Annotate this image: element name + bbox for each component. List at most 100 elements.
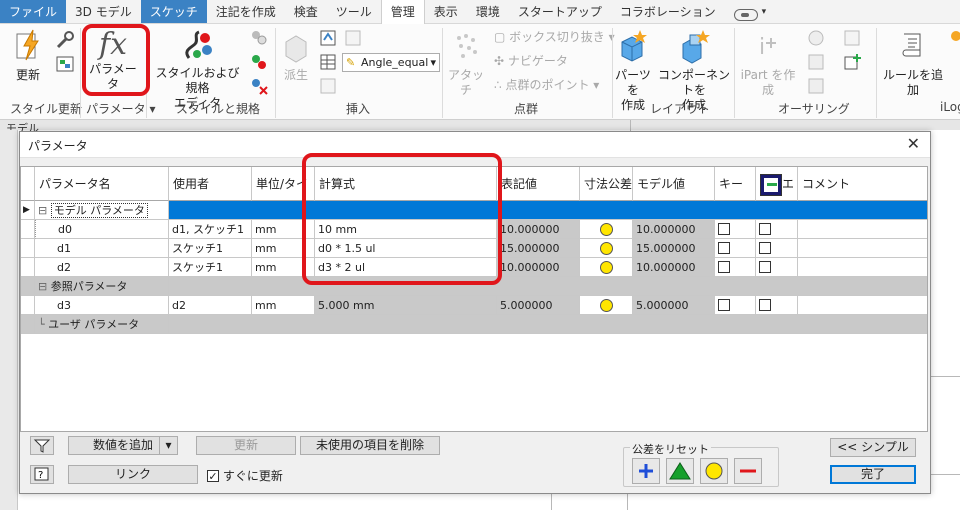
table-row-comment[interactable] [798, 296, 927, 315]
col-header-name[interactable]: パラメータ名 [35, 167, 169, 201]
tree-line-icon: └ [38, 318, 49, 331]
tab-inspect[interactable]: 検査 [285, 0, 327, 23]
col-header-tolerance[interactable]: 寸法公差 [580, 167, 633, 201]
insert-object-icon[interactable] [318, 28, 340, 48]
ilogic-icon[interactable] [948, 28, 960, 48]
table-row-equation[interactable]: d3 * 2 ul [315, 258, 497, 277]
style-purge-icon[interactable] [249, 76, 271, 96]
update-button[interactable]: 更新 [8, 28, 48, 83]
lower-tolerance-button[interactable] [666, 458, 694, 484]
export-checkbox[interactable] [756, 239, 798, 258]
col-header-used-by[interactable]: 使用者 [169, 167, 252, 201]
add-numeric-button[interactable]: 数値を追加 ▾ [68, 436, 178, 455]
group-reference-params[interactable]: ⊟ 参照パラメータ [35, 277, 169, 296]
tab-collaborate[interactable]: コラボレーション [611, 0, 725, 23]
tab-file[interactable]: ファイル [0, 0, 67, 23]
box-crop-button[interactable]: ▢ ボックス切り抜き ▾ [494, 30, 615, 45]
parameters-button[interactable]: fx パラメータ [86, 28, 140, 92]
table-row-comment[interactable] [798, 220, 927, 239]
navigator-button[interactable]: ✣ ナビゲータ [494, 54, 610, 69]
row-indicator-icon: ▶ [21, 201, 35, 220]
table-row-model-value: 10.000000 [633, 258, 715, 277]
navigator-icon: ✣ [494, 54, 508, 68]
make-part-button[interactable]: パーツを 作成 [612, 28, 654, 113]
table-row-unit[interactable]: mm [252, 258, 315, 277]
create-ipart-button[interactable]: i iPart を作成 [736, 30, 800, 98]
nominal-tolerance-button[interactable] [734, 458, 762, 484]
purge-unused-button[interactable]: 未使用の項目を削除 [300, 436, 440, 455]
col-header-model-value[interactable]: モデル値 [633, 167, 715, 201]
key-checkbox[interactable] [715, 220, 756, 239]
authoring-icon-3[interactable] [806, 76, 828, 96]
insert-sheet-icon[interactable] [318, 76, 340, 96]
tolerance-circle-icon[interactable] [580, 220, 633, 239]
table-row-comment[interactable] [798, 258, 927, 277]
table-row-comment[interactable] [798, 239, 927, 258]
pencil-icon: ✎ [346, 56, 356, 69]
style-save-icon[interactable] [249, 52, 271, 72]
tab-annotate[interactable]: 注記を作成 [207, 0, 285, 23]
tab-sketch[interactable]: スケッチ [140, 0, 207, 23]
table-row-name: d3 [35, 296, 169, 315]
collapse-icon: ⊟ [38, 280, 51, 293]
export-checkbox[interactable] [756, 220, 798, 239]
ribbon-display-toggle[interactable]: ▾ [725, 0, 776, 23]
key-checkbox[interactable] [715, 258, 756, 277]
group-label-ilogic: iLog [940, 100, 960, 114]
tab-manage[interactable]: 管理 [380, 0, 425, 25]
authoring-icon-4[interactable] [842, 28, 864, 48]
key-checkbox[interactable] [715, 239, 756, 258]
col-header-nominal[interactable]: 表記値 [497, 167, 580, 201]
authoring-icon-2[interactable] [806, 52, 828, 72]
attach-button[interactable]: アタッチ [446, 30, 486, 98]
point-cloud-point-button[interactable]: ∴ 点群のポイント ▾ [494, 78, 610, 93]
export-checkbox[interactable] [756, 296, 798, 315]
tolerance-circle-icon[interactable] [580, 239, 633, 258]
link-button[interactable]: リンク [68, 465, 198, 484]
chevron-down-icon: ▾ [430, 56, 436, 69]
tab-tools[interactable]: ツール [327, 0, 381, 23]
group-model-params[interactable]: ⊟ モデル パラメータ [35, 201, 169, 220]
immediate-update-checkbox[interactable]: ✓ すぐに更新 [207, 467, 283, 484]
help-button[interactable]: ? [30, 465, 54, 484]
angle-combo[interactable]: ✎ Angle_equal ▾ [342, 53, 440, 72]
tolerance-circle-icon[interactable] [580, 258, 633, 277]
col-header-unit[interactable]: 単位/タイ [252, 167, 315, 201]
tolerance-circle-icon[interactable] [580, 296, 633, 315]
style-editor-button[interactable]: スタイルおよび規格 エディタ [150, 28, 245, 111]
table-row-unit[interactable]: mm [252, 239, 315, 258]
ipart-icon: i [759, 35, 776, 60]
table-row-equation[interactable]: 10 mm [315, 220, 497, 239]
upper-tolerance-button[interactable] [632, 458, 660, 484]
col-header-key[interactable]: キー [715, 167, 756, 201]
col-header-equation[interactable]: 計算式 [315, 167, 497, 201]
add-frame-icon[interactable] [842, 52, 864, 72]
update-dialog-button[interactable]: 更新 [196, 436, 296, 455]
add-rule-button[interactable]: ルールを追加 [880, 28, 946, 98]
chevron-down-icon[interactable]: ▾ [159, 437, 177, 454]
col-header-comment[interactable]: コメント [798, 167, 927, 201]
group-user-params[interactable]: └ ユーザ パラメータ [35, 315, 169, 334]
table-row-unit[interactable]: mm [252, 220, 315, 239]
median-tolerance-button[interactable] [700, 458, 728, 484]
tab-view[interactable]: 表示 [425, 0, 467, 23]
col-header-export[interactable]: エ [756, 167, 798, 201]
tab-get-started[interactable]: スタートアップ [509, 0, 611, 23]
derive-button[interactable]: 派生 [278, 28, 314, 83]
key-checkbox[interactable] [715, 296, 756, 315]
export-checkbox[interactable] [756, 258, 798, 277]
insert-image-icon[interactable] [343, 28, 365, 48]
filter-button[interactable] [30, 436, 54, 455]
done-button[interactable]: 完了 [830, 465, 916, 484]
tab-environments[interactable]: 環境 [467, 0, 509, 23]
close-icon[interactable]: ✕ [907, 134, 920, 153]
style-copy-icon[interactable] [249, 28, 271, 48]
table-row-equation[interactable]: d0 * 1.5 ul [315, 239, 497, 258]
insert-table-icon[interactable] [318, 52, 340, 72]
simple-view-button[interactable]: << シンプル [830, 438, 916, 457]
style-update-icon[interactable] [55, 54, 77, 74]
tab-3d-model[interactable]: 3D モデル [66, 0, 141, 23]
group-row-selection[interactable] [169, 201, 927, 220]
tools-icon[interactable] [55, 30, 77, 50]
authoring-icon-1[interactable] [806, 28, 828, 48]
